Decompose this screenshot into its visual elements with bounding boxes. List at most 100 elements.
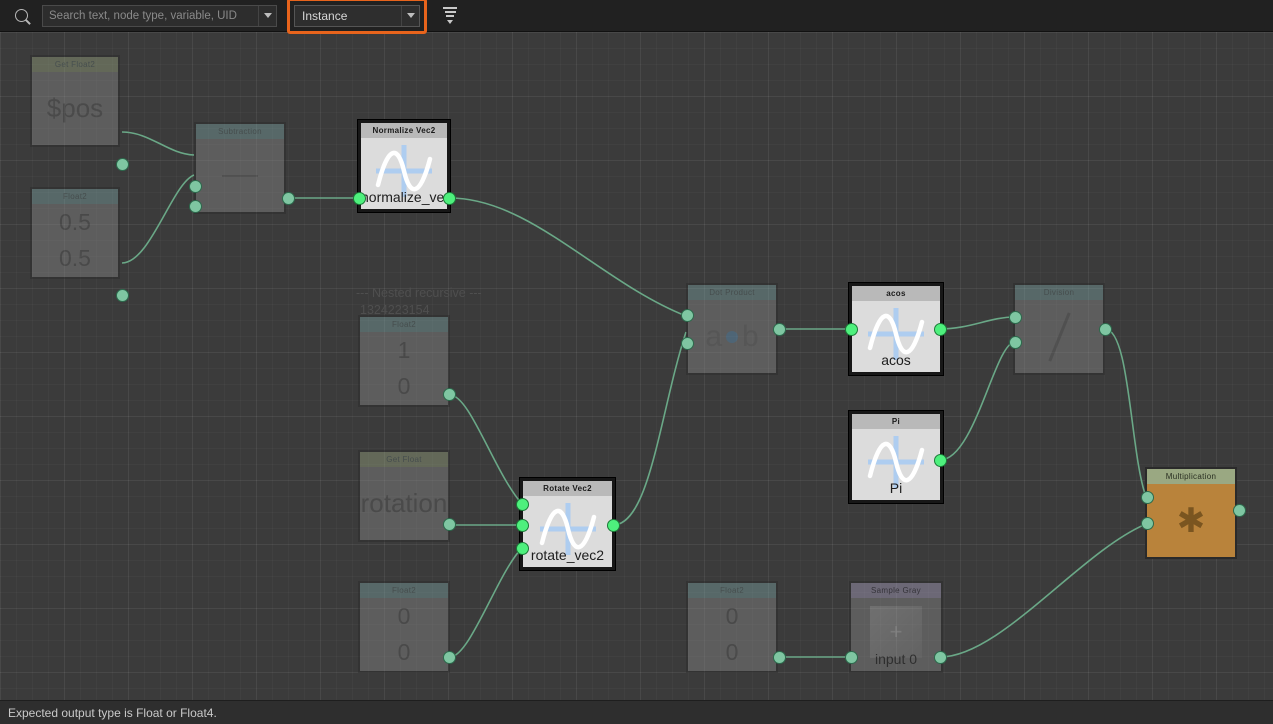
node-value: rotation xyxy=(360,488,448,518)
search-box[interactable] xyxy=(42,4,277,27)
port-output[interactable] xyxy=(773,323,786,336)
port-output[interactable] xyxy=(443,388,456,401)
node-header: Subtraction xyxy=(196,124,284,139)
node-function-label: input 0 xyxy=(874,651,918,667)
port-output[interactable] xyxy=(443,192,456,205)
filter-list-icon[interactable] xyxy=(439,5,461,27)
node-header: acos xyxy=(852,286,940,301)
node-float2-one-zero[interactable]: Float2 1 0 xyxy=(358,315,450,407)
port-output[interactable] xyxy=(1233,504,1246,517)
node-body: ab xyxy=(688,300,776,373)
port-output[interactable] xyxy=(934,454,947,467)
node-body: 0 0 xyxy=(360,598,448,671)
node-pi[interactable]: Pi Pi xyxy=(849,411,943,503)
port-input-b[interactable] xyxy=(681,337,694,350)
node-normalize-vec2[interactable]: Normalize Vec2 normalize_vec2 1522920017 xyxy=(358,120,450,212)
node-float2-zero-a[interactable]: Float2 0 0 xyxy=(358,581,450,673)
port-output[interactable] xyxy=(934,323,947,336)
chevron-down-icon xyxy=(406,13,415,18)
port-input-a[interactable] xyxy=(1009,311,1022,324)
node-header: Float2 xyxy=(688,583,776,598)
node-subtraction[interactable]: Subtraction 1522119316 xyxy=(194,122,286,214)
instance-select-label: Instance xyxy=(302,8,348,23)
node-dot-product[interactable]: Dot Product ab 1522111904 xyxy=(686,283,778,375)
node-function-label: Pi xyxy=(889,480,903,496)
node-body: Pi xyxy=(852,429,940,500)
node-body: rotation xyxy=(360,467,448,540)
node-value-x: 0 xyxy=(397,602,411,629)
port-input[interactable] xyxy=(353,192,366,205)
graph-note: --- Nested recursive --- xyxy=(356,286,482,300)
node-sample-gray[interactable]: Sample Gray + input 0 1522919215 xyxy=(849,581,943,673)
port-output[interactable] xyxy=(116,158,129,171)
port-input-b[interactable] xyxy=(1009,336,1022,349)
port-output[interactable] xyxy=(116,289,129,302)
instance-select[interactable]: Instance xyxy=(294,4,420,27)
node-header: Normalize Vec2 xyxy=(361,123,447,138)
node-acos[interactable]: acos acos xyxy=(849,283,943,375)
node-function-label: rotate_vec2 xyxy=(530,547,605,563)
port-input-pivot[interactable] xyxy=(516,542,529,555)
node-body: + input 0 xyxy=(851,598,941,671)
node-header: Multiplication xyxy=(1147,469,1235,484)
search-dropdown-arrow[interactable] xyxy=(258,5,276,26)
node-body: rotate_vec2 xyxy=(523,496,612,567)
port-input-b[interactable] xyxy=(189,200,202,213)
port-input-vec[interactable] xyxy=(516,498,529,511)
node-header: Rotate Vec2 xyxy=(523,481,612,496)
node-body xyxy=(196,139,284,212)
node-body: 1 0 xyxy=(360,332,448,405)
node-float2-zero-b[interactable]: Float2 0 0 xyxy=(686,581,778,673)
node-get-float2-pos[interactable]: Get Float2 $pos xyxy=(30,55,120,147)
node-division[interactable]: Division 1522112229 xyxy=(1013,283,1105,375)
port-output[interactable] xyxy=(1099,323,1112,336)
node-header: Get Float2 xyxy=(32,57,118,72)
search-input[interactable] xyxy=(43,5,258,26)
node-value-x: 0.5 xyxy=(59,208,91,235)
port-input-a[interactable] xyxy=(681,309,694,322)
minus-icon xyxy=(221,174,259,177)
node-value-y: 0 xyxy=(397,373,411,400)
search-icon[interactable] xyxy=(0,0,42,32)
node-header: Division xyxy=(1015,285,1103,300)
top-toolbar: Instance xyxy=(0,0,1273,34)
node-multiplication[interactable]: Multiplication ✱ xyxy=(1145,467,1237,559)
port-output[interactable] xyxy=(443,651,456,664)
node-body: acos xyxy=(852,301,940,372)
port-input-angle[interactable] xyxy=(516,519,529,532)
node-body: $pos xyxy=(32,72,118,145)
node-body: 0 0 xyxy=(688,598,776,671)
node-header: Float2 xyxy=(32,189,118,204)
node-get-float-rotation[interactable]: Get Float rotation 1522919061 xyxy=(358,450,450,542)
node-value-y: 0 xyxy=(725,639,739,666)
node-header: Sample Gray xyxy=(851,583,941,598)
port-output[interactable] xyxy=(934,651,947,664)
node-header: Float2 xyxy=(360,583,448,598)
port-input-a[interactable] xyxy=(189,180,202,193)
port-output[interactable] xyxy=(282,192,295,205)
port-input-a[interactable] xyxy=(1141,491,1154,504)
status-bar: Expected output type is Float or Float4. xyxy=(0,700,1273,724)
port-input[interactable] xyxy=(845,323,858,336)
node-body xyxy=(1015,300,1103,373)
node-float2-half[interactable]: Float2 0.5 0.5 xyxy=(30,187,120,279)
port-input[interactable] xyxy=(845,651,858,664)
port-output[interactable] xyxy=(773,651,786,664)
node-value-x: 0 xyxy=(725,602,739,629)
port-input-b[interactable] xyxy=(1141,517,1154,530)
divide-icon xyxy=(1047,311,1071,362)
node-graph-canvas[interactable]: --- Nested recursive --- 1324223154 Get … xyxy=(0,32,1273,700)
port-output[interactable] xyxy=(607,519,620,532)
node-value: $pos xyxy=(46,93,104,123)
instance-dropdown-arrow[interactable] xyxy=(401,5,419,26)
node-value-y: 0 xyxy=(397,639,411,666)
node-header: Get Float xyxy=(360,452,448,467)
node-header: Pi xyxy=(852,414,940,429)
node-body: normalize_vec2 xyxy=(361,138,447,209)
port-output[interactable] xyxy=(443,518,456,531)
status-message: Expected output type is Float or Float4. xyxy=(8,705,217,720)
node-body: ✱ xyxy=(1147,484,1235,557)
node-value-x: 1 xyxy=(397,336,411,363)
chevron-down-icon xyxy=(263,13,272,18)
node-rotate-vec2[interactable]: Rotate Vec2 rotate_vec2 1522919037 xyxy=(520,478,615,570)
